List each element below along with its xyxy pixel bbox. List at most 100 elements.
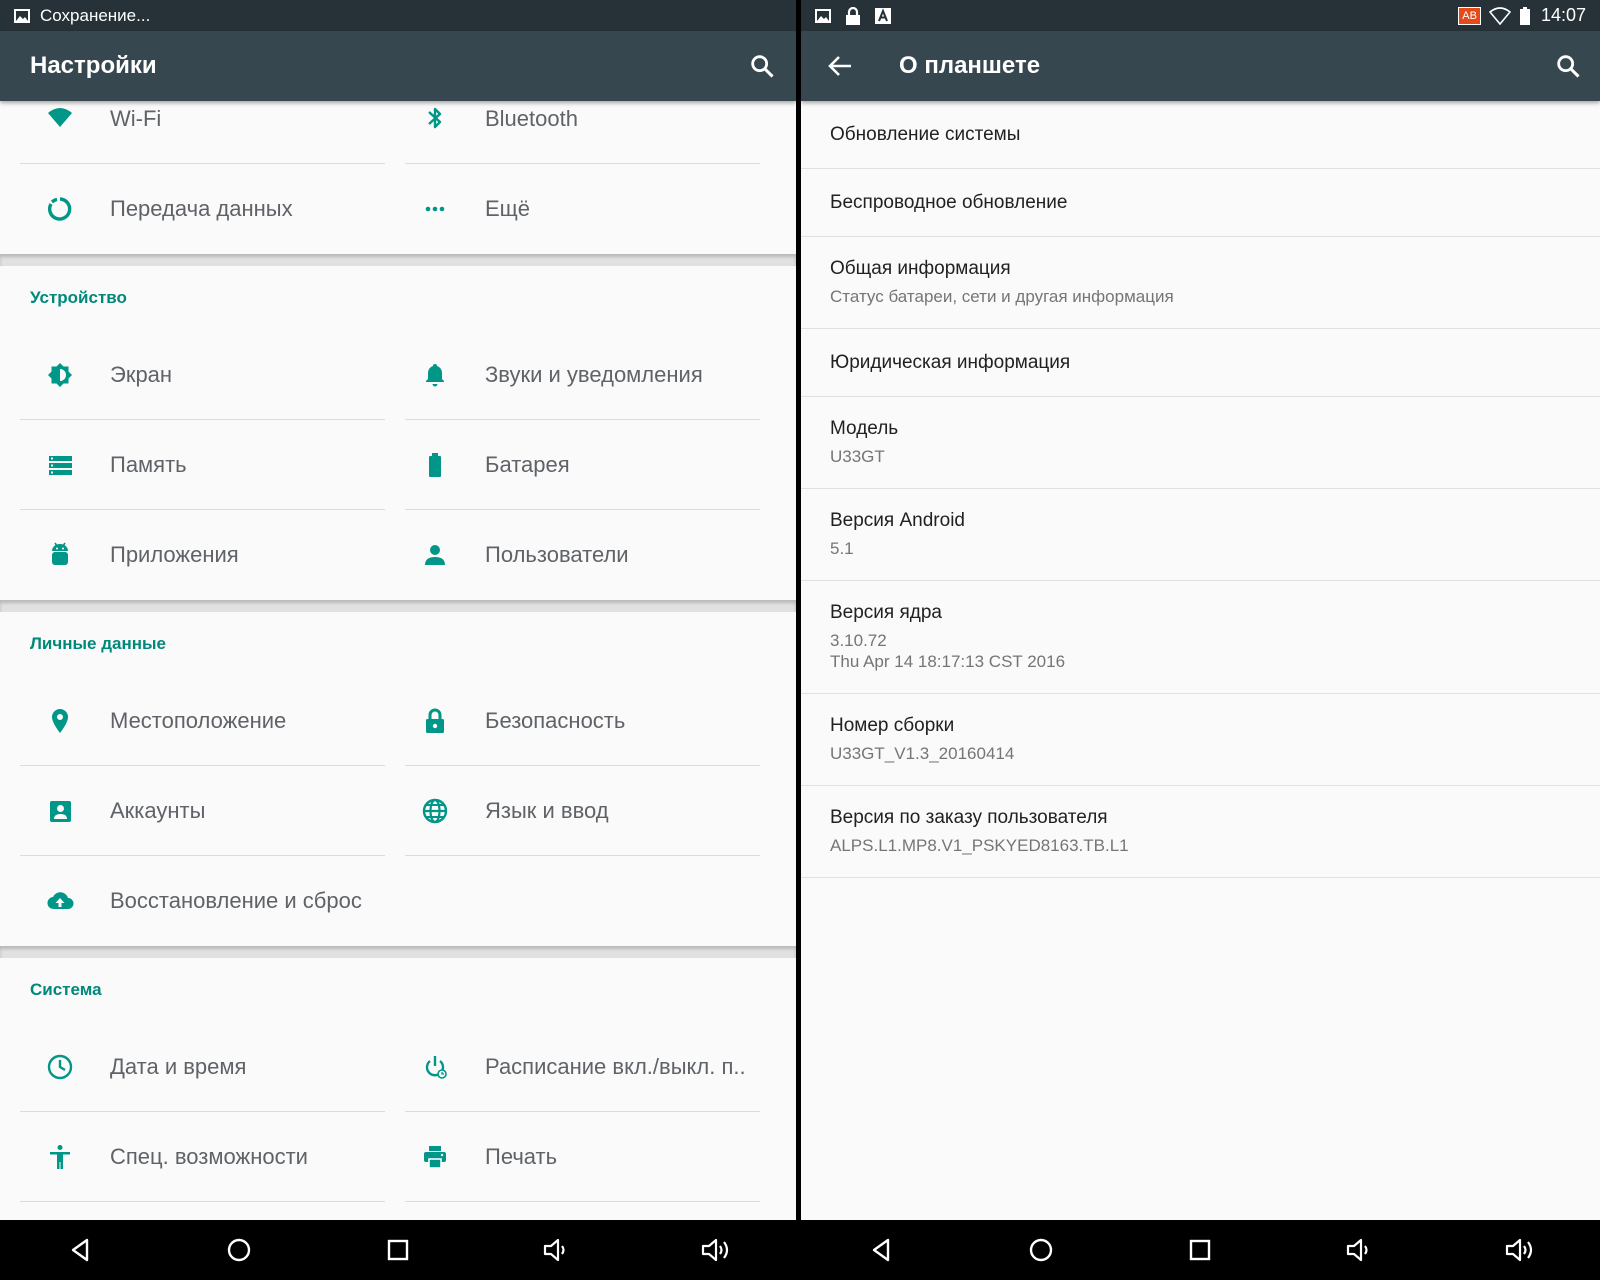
about-list-item[interactable]: Версия по заказу пользователя ALPS.L1.MP8… bbox=[801, 786, 1600, 878]
about-list-item[interactable]: Номер сборки U33GT_V1.3_20160414 bbox=[801, 694, 1600, 786]
volume-up-icon[interactable] bbox=[686, 1220, 746, 1280]
about-list-item[interactable]: Юридическая информация bbox=[801, 329, 1600, 397]
list-item-title: Юридическая информация bbox=[830, 351, 1071, 373]
person-icon bbox=[405, 541, 485, 569]
settings-section: Личные данные Местоположение Безопасность А… bbox=[0, 612, 796, 946]
settings-tile-label: Приложения bbox=[110, 542, 239, 567]
badge-icon: AB bbox=[1458, 6, 1481, 25]
settings-tile[interactable]: Спец. возможности bbox=[0, 1112, 385, 1202]
settings-tile[interactable]: Батарея bbox=[385, 420, 770, 510]
about-list-item[interactable]: Обновление системы bbox=[801, 101, 1600, 169]
list-item-title: Версия ядра bbox=[830, 602, 942, 623]
settings-row: Передача данных Ещё bbox=[0, 164, 796, 254]
back-nav-icon[interactable] bbox=[851, 1220, 911, 1280]
accessibility-icon bbox=[20, 1143, 110, 1171]
settings-row: Wi-Fi Bluetooth bbox=[0, 101, 796, 164]
settings-tile[interactable]: Восстановление и сброс bbox=[0, 856, 385, 946]
bell-icon bbox=[405, 361, 485, 389]
back-arrow-icon[interactable] bbox=[827, 54, 853, 78]
section-separator bbox=[0, 254, 796, 266]
bluetooth-icon bbox=[405, 105, 485, 133]
settings-tile[interactable]: Язык и ввод bbox=[385, 766, 770, 856]
settings-tile-label: Экран bbox=[110, 362, 173, 387]
section-title: Личные данные bbox=[30, 634, 166, 653]
settings-row: Восстановление и сброс bbox=[0, 856, 796, 946]
list-item-summary: ALPS.L1.MP8.V1_PSKYED8163.TB.L1 bbox=[830, 836, 1129, 855]
app-bar: Настройки bbox=[0, 31, 796, 101]
settings-row: Приложения Пользователи bbox=[0, 510, 796, 600]
settings-tile[interactable]: Местоположение bbox=[0, 676, 385, 766]
recents-nav-icon[interactable] bbox=[1170, 1220, 1230, 1280]
data-usage-icon bbox=[20, 195, 110, 223]
image-notification-icon bbox=[14, 8, 30, 23]
settings-tile-label: Bluetooth bbox=[485, 106, 578, 131]
navigation-bar bbox=[0, 1220, 796, 1280]
settings-row: Спец. возможности Печать bbox=[0, 1112, 796, 1202]
list-item-title: Версия по заказу пользователя bbox=[830, 807, 1108, 828]
settings-tile-label: Пользователи bbox=[485, 542, 629, 567]
settings-tile[interactable]: Пользователи bbox=[385, 510, 770, 600]
settings-tile-label: Безопасность bbox=[485, 708, 626, 733]
settings-tile[interactable]: Wi-Fi bbox=[0, 101, 385, 164]
about-list-item[interactable]: Версия ядра 3.10.72 Thu Apr 14 18:17:13 CS… bbox=[801, 581, 1600, 694]
about-list-item[interactable]: Общая информация Статус батареи, сети и д… bbox=[801, 237, 1600, 329]
settings-tile-label: Передача данных bbox=[110, 196, 293, 221]
clock-icon bbox=[20, 1053, 110, 1081]
settings-tile-label: Дата и время bbox=[110, 1054, 247, 1079]
wifi-status-icon bbox=[1488, 6, 1511, 25]
settings-tile[interactable]: Безопасность bbox=[385, 676, 770, 766]
home-nav-icon[interactable] bbox=[1011, 1220, 1071, 1280]
settings-panel: Сохранение... Настройки Wi-Fi Bluetooth Пе… bbox=[0, 0, 796, 1280]
settings-tile-label: Расписание вкл./выкл. п.. bbox=[485, 1054, 746, 1079]
about-list-item[interactable]: Версия Android 5.1 bbox=[801, 489, 1600, 581]
settings-tile-label: Язык и ввод bbox=[485, 798, 609, 823]
volume-up-icon[interactable] bbox=[1490, 1220, 1550, 1280]
status-bar: AB 14:07 bbox=[801, 0, 1600, 31]
section-separator bbox=[0, 600, 796, 612]
settings-tile-label: Местоположение bbox=[110, 708, 287, 733]
battery-status-icon bbox=[1519, 6, 1531, 25]
search-icon[interactable] bbox=[1554, 52, 1582, 80]
settings-tile[interactable]: Расписание вкл./выкл. п.. bbox=[385, 1022, 770, 1112]
row-divider bbox=[20, 1201, 385, 1202]
list-item-title: Беспроводное обновление bbox=[830, 191, 1068, 213]
settings-tile[interactable]: Звуки и уведомления bbox=[385, 330, 770, 420]
location-icon bbox=[20, 707, 110, 735]
image-notification-icon bbox=[815, 8, 831, 23]
back-nav-icon[interactable] bbox=[50, 1220, 110, 1280]
about-list-item[interactable]: Беспроводное обновление bbox=[801, 169, 1600, 237]
globe-icon bbox=[405, 797, 485, 825]
settings-tile-label: Звуки и уведомления bbox=[485, 362, 703, 387]
list-item-title: Общая информация bbox=[830, 258, 1011, 279]
page-title: Настройки bbox=[30, 52, 157, 79]
status-right-group: AB 14:07 bbox=[1458, 5, 1586, 26]
recents-nav-icon[interactable] bbox=[368, 1220, 428, 1280]
list-item-summary: U33GT bbox=[830, 447, 885, 466]
lock-notification-icon bbox=[845, 6, 861, 25]
battery-icon bbox=[405, 451, 485, 479]
home-nav-icon[interactable] bbox=[209, 1220, 269, 1280]
list-item-summary: U33GT_V1.3_20160414 bbox=[830, 744, 1015, 763]
settings-tile[interactable]: Ещё bbox=[385, 164, 770, 254]
settings-tile[interactable]: Печать bbox=[385, 1112, 770, 1202]
settings-tile[interactable]: Память bbox=[0, 420, 385, 510]
settings-tile[interactable]: Приложения bbox=[0, 510, 385, 600]
settings-tile-label: Печать bbox=[485, 1144, 558, 1169]
settings-tile[interactable]: Передача данных bbox=[0, 164, 385, 254]
lock-icon bbox=[405, 707, 485, 735]
settings-list: Wi-Fi Bluetooth Передача данных Ещё Устройс… bbox=[0, 101, 796, 1220]
section-title: Система bbox=[30, 980, 102, 999]
settings-tile[interactable]: Дата и время bbox=[0, 1022, 385, 1112]
volume-down-icon[interactable] bbox=[1330, 1220, 1390, 1280]
navigation-bar bbox=[801, 1220, 1600, 1280]
settings-tile[interactable]: Bluetooth bbox=[385, 101, 770, 164]
list-item-summary: 3.10.72 bbox=[830, 631, 887, 650]
about-list-item[interactable]: Модель U33GT bbox=[801, 397, 1600, 489]
android-icon bbox=[20, 541, 110, 569]
search-icon[interactable] bbox=[748, 52, 776, 80]
settings-tile-label: Wi-Fi bbox=[110, 106, 162, 131]
settings-tile[interactable]: Аккаунты bbox=[0, 766, 385, 856]
power-schedule-icon bbox=[405, 1053, 485, 1081]
settings-tile[interactable]: Экран bbox=[0, 330, 385, 420]
volume-down-icon[interactable] bbox=[527, 1220, 587, 1280]
